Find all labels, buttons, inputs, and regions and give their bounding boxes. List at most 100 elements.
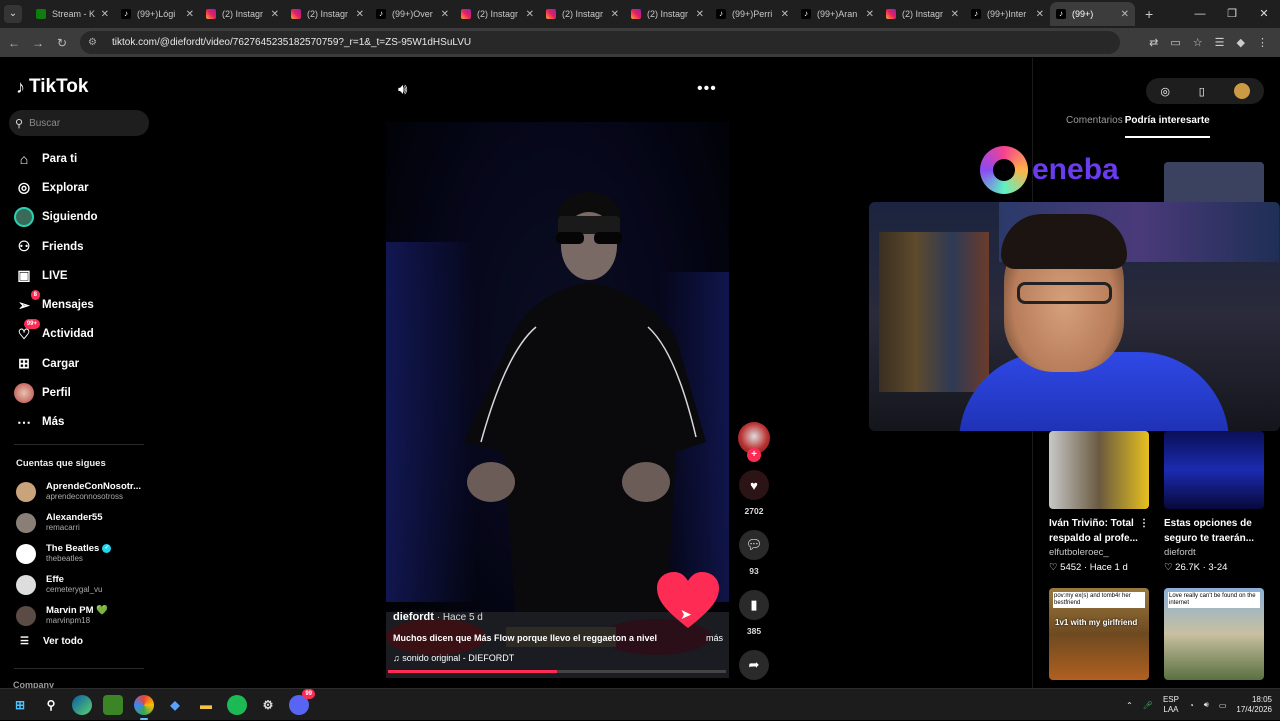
comment-icon[interactable]: 💬︎ [739,530,769,560]
sidebar-item-mensajes[interactable]: ➢ 8 Mensajes [14,290,154,319]
browser-tab[interactable]: ♪ (99+)Aran ✕ [795,2,880,26]
spotify-icon[interactable] [227,695,247,715]
suggested-video-card[interactable]: Iván Triviño: Total respaldo al profe...… [1049,431,1149,573]
discord-icon[interactable]: 99 [289,689,315,715]
more-link[interactable]: más [706,633,723,643]
site-info-icon[interactable]: ⚙ [88,37,102,48]
bookmark-icon[interactable]: ▮ [739,590,769,620]
like-action[interactable]: ♥ 2702 [734,470,774,516]
followed-account[interactable]: Marvin PM 💚 marvinpm18 [16,600,141,631]
close-tab-icon[interactable]: ✕ [611,9,619,20]
sidebar-item-para-ti[interactable]: ⌂ Para ti [14,144,154,173]
show-hidden-icons[interactable]: ⌃ [1126,701,1133,710]
sidebar-item-friends[interactable]: ⚇ Friends [14,232,154,261]
close-tab-icon[interactable]: ✕ [781,9,789,20]
browser-tab[interactable]: ♪ (99+)Over ✕ [370,2,455,26]
close-tab-icon[interactable]: ✕ [1036,9,1044,20]
volume-icon[interactable]: 🔊︎ [398,81,407,98]
sidebar-item-siguiendo[interactable]: Siguiendo [14,203,154,232]
suggestion-thumbnail[interactable]: Love really can't be found on the intern… [1164,588,1264,680]
suggestion-thumbnail[interactable] [1049,431,1149,509]
profile-avatar[interactable] [1233,83,1250,99]
close-tab-icon[interactable]: ✕ [271,9,279,20]
suggestion-thumbnail[interactable]: pov:my ex(s) and tomb4r her bestfriend 1… [1049,588,1149,680]
search-icon[interactable]: ⚲ [41,695,61,715]
followed-account[interactable]: Alexander55 remacarri [16,507,141,538]
comment-action[interactable]: 💬︎ 93 [734,530,774,576]
close-tab-icon[interactable]: ✕ [1121,9,1129,20]
browser-tab[interactable]: (2) Instagr ✕ [625,2,710,26]
close-tab-icon[interactable]: ✕ [696,9,704,20]
file-explorer-icon[interactable]: ▬ [196,695,216,715]
followed-account[interactable]: AprendeConNosotr... aprendeconnosotross [16,476,141,507]
suggestion-author[interactable]: diefordt [1164,547,1264,558]
video-progress-bar[interactable] [388,670,726,673]
follow-button[interactable]: + [747,448,761,462]
followed-account[interactable]: The Beatles ✓ thebeatles [16,538,141,569]
followed-account[interactable]: Effe cemeterygal_vu [16,569,141,600]
tiktok-logo[interactable]: ♪ TikTok [16,76,88,98]
forward-icon[interactable]: → [26,36,50,50]
close-tab-icon[interactable]: ✕ [356,9,364,20]
browser-tab[interactable]: (2) Instagr ✕ [455,2,540,26]
tab-suggested[interactable]: Podría interesarte [1124,115,1210,138]
like-icon[interactable]: ♥ [739,470,769,500]
close-tab-icon[interactable]: ✕ [101,9,109,20]
browser-tab[interactable]: ♪ (99+) ✕ [1050,2,1135,26]
language-indicator[interactable]: ESP LAA [1163,695,1179,715]
browser-tab[interactable]: (2) Instagr ✕ [285,2,370,26]
cast-icon[interactable]: ▭ [1170,36,1180,49]
close-tab-icon[interactable]: ✕ [951,9,959,20]
reading-list-icon[interactable]: ☰ [1215,36,1225,49]
suggestion-thumbnail[interactable] [1164,162,1264,206]
suggestion-thumbnail[interactable] [1164,431,1264,509]
close-tab-icon[interactable]: ✕ [526,9,534,20]
reload-icon[interactable]: ↻ [50,36,74,50]
share-icon[interactable]: ➦ [739,650,769,680]
close-tab-icon[interactable]: ✕ [186,9,194,20]
save-action[interactable]: ▮ 385 [734,590,774,636]
translate-icon[interactable]: ⇄ [1149,36,1158,49]
diamond-app-icon[interactable]: ◆ [165,695,185,715]
sidebar-item-m-s[interactable]: ⋯ Más [14,408,154,437]
close-tab-icon[interactable]: ✕ [866,9,874,20]
search-input[interactable]: ⚲ Buscar [9,110,149,136]
browser-tab[interactable]: (2) Instagr ✕ [200,2,285,26]
browser-tab[interactable]: ♪ (99+)Perri ✕ [710,2,795,26]
bookmark-star-icon[interactable]: ☆ [1193,36,1203,49]
sidebar-item-perfil[interactable]: Perfil [14,378,154,407]
tab-comments[interactable]: Comentarios [1066,115,1123,138]
sidebar-item-cargar[interactable]: ⊞ Cargar [14,349,154,378]
suggested-video-card[interactable]: Estas opciones de seguro te traerán... d… [1164,431,1264,573]
close-tab-icon[interactable]: ✕ [441,9,449,20]
browser-menu-icon[interactable]: ⋮ [1257,36,1268,49]
settings-icon[interactable]: ⚙ [258,695,278,715]
see-all-link[interactable]: ☰ Ver todo [20,636,83,647]
author-name[interactable]: diefordt [393,611,434,623]
sidebar-item-live[interactable]: ▣ LIVE [14,261,154,290]
browser-tab[interactable]: (2) Instagr ✕ [880,2,965,26]
card-menu-icon[interactable]: ⋮ [1139,516,1149,546]
url-field[interactable]: ⚙ tiktok.com/@diefordt/video/76276452351… [80,31,1120,54]
device-icon[interactable]: ▯ [1199,85,1205,98]
sidebar-item-explorar[interactable]: ◎ Explorar [14,173,154,202]
sound-link[interactable]: ♫ sonido original - DIEFORDT [393,653,723,663]
battery-icon[interactable]: ▭ [1219,701,1227,710]
creator-avatar[interactable]: + [738,422,770,462]
network-icon[interactable]: ◔ [1189,701,1194,710]
tab-search-button[interactable]: ⌄ [4,5,22,23]
browser-tab[interactable]: (2) Instagr ✕ [540,2,625,26]
clock[interactable]: 18:05 17/4/2026 [1236,695,1272,715]
browser-tab[interactable]: Stream - K ✕ [30,2,115,26]
sidebar-item-actividad[interactable]: ♡ 99+ Actividad [14,319,154,349]
browser-tab[interactable]: ♪ (99+)Lógi ✕ [115,2,200,26]
suggestion-author[interactable]: elfutboleroec_ [1049,547,1149,558]
minecraft-icon[interactable] [103,695,123,715]
back-icon[interactable]: ← [2,36,26,50]
chrome-icon[interactable] [134,695,154,720]
more-options-icon[interactable]: ••• [697,80,717,98]
volume-tray-icon[interactable]: 🔊︎ [1204,700,1209,710]
edge-icon[interactable] [72,695,92,715]
close-window-icon[interactable]: ✕ [1248,0,1280,28]
explore-icon[interactable]: ◎ [1160,85,1170,98]
